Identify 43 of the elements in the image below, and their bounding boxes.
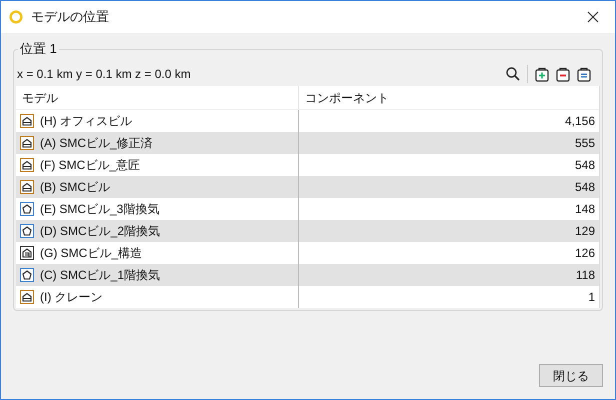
house-icon bbox=[20, 180, 34, 194]
building-icon bbox=[20, 246, 34, 260]
bag-minus-icon[interactable] bbox=[555, 66, 571, 82]
table-row[interactable]: (C) SMCビル_1階換気 118 bbox=[16, 264, 599, 286]
table-cell-text: (I) クレーン bbox=[40, 289, 103, 306]
table-cell-text: 548 bbox=[574, 179, 595, 196]
table-cell-text: (E) SMCビル_3階換気 bbox=[40, 201, 160, 218]
table-cell-text: 118 bbox=[576, 267, 595, 284]
table-cell-text: (G) SMCビル_構造 bbox=[40, 245, 142, 262]
table-cell-text: 548 bbox=[574, 157, 595, 174]
table-cell-text: 555 bbox=[574, 135, 595, 152]
close-icon[interactable] bbox=[587, 11, 599, 23]
table-cell-text: (D) SMCビル_2階換気 bbox=[40, 223, 160, 240]
column-header[interactable]: コンポーネント bbox=[299, 86, 599, 109]
table-cell-text: (A) SMCビル_修正済 bbox=[40, 135, 153, 152]
house-icon bbox=[20, 136, 34, 150]
pentagon-icon bbox=[20, 202, 34, 216]
column-header[interactable]: モデル bbox=[16, 86, 299, 109]
group-title: 位置 1 bbox=[18, 41, 59, 57]
table-cell-text: (F) SMCビル_意匠 bbox=[40, 157, 140, 174]
coordinates-text: x = 0.1 km y = 0.1 km z = 0.0 km bbox=[17, 66, 191, 83]
table-row[interactable]: (D) SMCビル_2階換気 129 bbox=[16, 220, 599, 242]
house-icon bbox=[20, 290, 34, 304]
search-icon[interactable] bbox=[505, 66, 521, 82]
table-cell-text: (C) SMCビル_1階換気 bbox=[40, 267, 160, 284]
table-cell-text: 4,156 bbox=[564, 113, 595, 130]
pentagon-icon bbox=[20, 268, 34, 282]
table-cell-text: (B) SMCビル bbox=[40, 179, 110, 196]
bag-lines-icon[interactable] bbox=[576, 66, 592, 82]
bag-plus-icon[interactable] bbox=[534, 66, 550, 82]
table-cell-text: 1 bbox=[588, 289, 595, 306]
pentagon-icon bbox=[20, 224, 34, 238]
table-cell-text: 129 bbox=[574, 223, 595, 240]
window-title: モデルの位置 bbox=[31, 8, 109, 26]
table-cell-text: 126 bbox=[574, 245, 595, 262]
table-row[interactable]: (B) SMCビル 548 bbox=[16, 176, 599, 198]
house-icon bbox=[20, 158, 34, 172]
table-cell-text: (H) オフィスビル bbox=[40, 113, 132, 130]
close-button[interactable]: 閉じる bbox=[539, 364, 603, 387]
table-cell-text: 148 bbox=[574, 201, 595, 218]
house-icon bbox=[20, 114, 34, 128]
ring-icon bbox=[9, 10, 23, 24]
table-row[interactable]: (A) SMCビル_修正済 555 bbox=[16, 132, 599, 154]
